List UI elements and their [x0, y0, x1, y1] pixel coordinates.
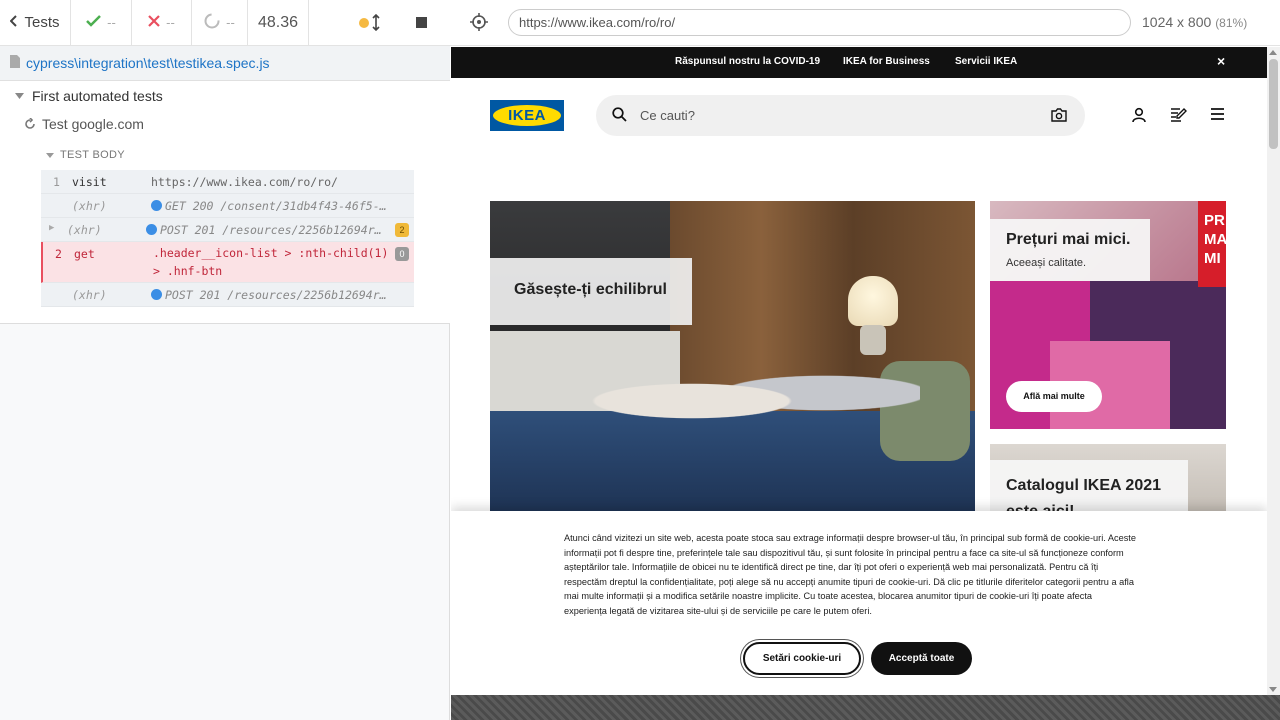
xhr-status-dot	[146, 224, 157, 235]
pending-count: --	[192, 0, 248, 45]
count-badge: 0	[395, 247, 409, 261]
scroll-down-icon[interactable]	[1269, 687, 1277, 692]
stop-icon[interactable]	[416, 17, 427, 28]
failed-command-row[interactable]: 2 get .header__icon-list > :nth-child(1)…	[41, 242, 414, 283]
menu-icon[interactable]	[1210, 107, 1225, 126]
covid-link[interactable]: Răspunsul nostru la COVID-19	[675, 56, 820, 67]
ikea-logo[interactable]: IKEA	[490, 100, 564, 131]
cookie-text: Atunci când vizitezi un site web, acesta…	[564, 533, 1136, 616]
aut-scrollbar[interactable]	[1267, 47, 1280, 695]
caret-down-icon	[15, 93, 24, 99]
passed-count: --	[71, 0, 132, 45]
command-row[interactable]: 1 visit https://www.ikea.com/ro/ro/	[41, 170, 414, 194]
promo-card: Catalogul IKEA 2021 este aici!	[990, 460, 1188, 514]
scroll-up-icon[interactable]	[1269, 50, 1277, 55]
shopping-list-icon[interactable]	[1170, 107, 1187, 128]
spec-file-bar: cypress\integration\test\testikea.spec.j…	[0, 46, 450, 81]
promo-card: Prețuri mai mici. Aceeași calitate.	[990, 219, 1150, 281]
test-title[interactable]: Test google.com	[24, 116, 144, 132]
services-link[interactable]: Servicii IKEA	[955, 56, 1017, 67]
price-ribbon: PR MA MI	[1198, 201, 1226, 287]
runner-controls	[309, 0, 450, 45]
running-status-dot	[359, 18, 369, 28]
promo-lower-prices[interactable]: PR MA MI Prețuri mai mici. Aceeași calitat…	[990, 201, 1226, 429]
ikea-top-bar: Răspunsul nostru la COVID-19 IKEA for Bu…	[451, 47, 1267, 78]
file-icon	[10, 55, 20, 71]
search-placeholder: Ce cauti?	[640, 108, 695, 123]
expand-icon[interactable]: ▶	[49, 223, 54, 233]
camera-icon[interactable]	[1051, 108, 1067, 127]
accept-all-button[interactable]: Acceptă toate	[871, 642, 972, 675]
count-badge: 2	[395, 223, 409, 237]
screen: Tests -- -- -- 48.36 cypress\integration…	[0, 0, 1280, 720]
business-link[interactable]: IKEA for Business	[843, 56, 930, 67]
pending-circle-icon	[204, 13, 220, 33]
spec-file-link[interactable]: cypress\integration\test\testikea.spec.j…	[26, 55, 270, 71]
scroll-thumb[interactable]	[1269, 59, 1278, 149]
selector-playground-icon[interactable]	[470, 13, 488, 36]
command-row[interactable]: ▶ (xhr) POST 201 /resources/2256b12694rn…	[41, 218, 414, 242]
aut-header: https://www.ikea.com/ro/ro/ 1024 x 800 (…	[450, 0, 1280, 46]
hero-banner[interactable]: Găsește-ți echilibrul	[490, 201, 975, 513]
suite-title[interactable]: First automated tests	[15, 88, 163, 104]
viewport-size: 1024 x 800 (81%)	[1142, 14, 1248, 30]
learn-more-button[interactable]: Află mai multe	[1006, 381, 1102, 412]
command-row[interactable]: (xhr) GET 200 /consent/31db4f43-46f5-421…	[41, 194, 414, 218]
back-to-tests-button[interactable]: Tests	[0, 0, 71, 45]
xhr-status-dot	[151, 289, 162, 300]
runner-panel: Tests -- -- -- 48.36 cypress\integration…	[0, 0, 450, 720]
check-icon	[86, 14, 102, 31]
refresh-icon	[25, 118, 35, 129]
test-body-label[interactable]: TEST BODY	[46, 149, 125, 161]
duration: 48.36	[248, 0, 309, 45]
auto-scroll-icon[interactable]	[372, 13, 380, 35]
app-under-test: Răspunsul nostru la COVID-19 IKEA for Bu…	[451, 47, 1267, 695]
caret-down-icon	[46, 152, 54, 158]
user-icon[interactable]	[1131, 107, 1147, 128]
promo-catalog[interactable]: Catalogul IKEA 2021 este aici!	[990, 444, 1226, 514]
failed-count: --	[132, 0, 192, 45]
search-icon	[612, 107, 627, 127]
back-label: Tests	[24, 14, 60, 31]
command-row[interactable]: (xhr) POST 201 /resources/2256b12694rn18…	[41, 283, 414, 307]
chevron-left-icon	[10, 14, 18, 31]
runner-toolbar: Tests -- -- -- 48.36	[0, 0, 450, 46]
search-input[interactable]: Ce cauti?	[596, 95, 1085, 136]
xhr-status-dot	[151, 200, 162, 211]
command-log: 1 visit https://www.ikea.com/ro/ro/ (xhr…	[41, 170, 414, 307]
reporter: First automated tests Test google.com TE…	[0, 81, 450, 324]
cookie-banner: Atunci când vizitezi un site web, acesta…	[451, 511, 1267, 695]
aut-url-field[interactable]: https://www.ikea.com/ro/ro/	[508, 9, 1131, 36]
close-icon[interactable]: ×	[1217, 53, 1225, 69]
hero-caption: Găsește-ți echilibrul	[490, 258, 692, 325]
cross-icon	[148, 14, 160, 31]
aut-bottom-strip	[451, 695, 1280, 720]
cookie-settings-button[interactable]: Setări cookie-uri	[743, 642, 861, 675]
